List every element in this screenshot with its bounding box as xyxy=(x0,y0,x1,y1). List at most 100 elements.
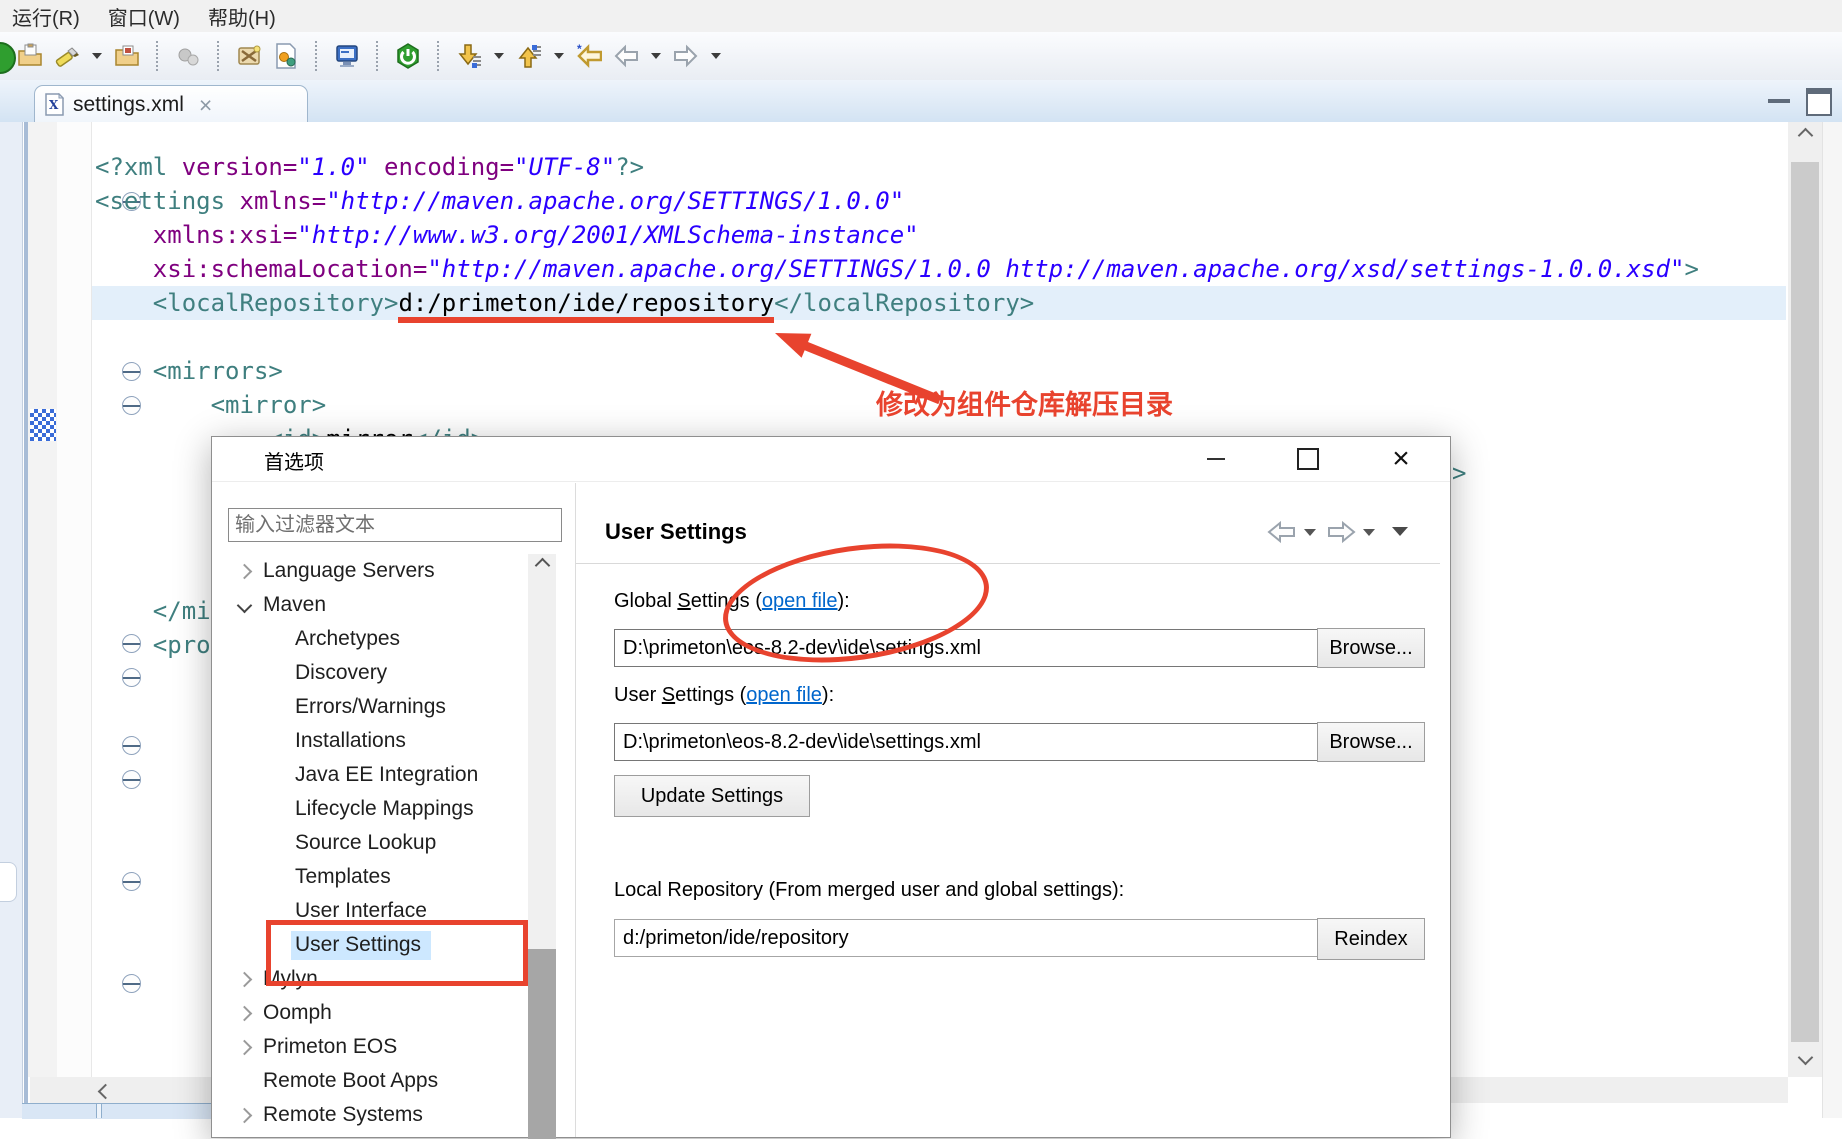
user-open-file-link[interactable]: open file xyxy=(746,684,822,706)
nav-back-dropdown-icon[interactable] xyxy=(1304,529,1316,536)
back-icon[interactable] xyxy=(612,42,640,70)
tree-scroll-up-icon[interactable] xyxy=(528,560,556,571)
filter-input[interactable] xyxy=(228,508,562,542)
local-repository-field[interactable] xyxy=(614,919,1322,957)
global-settings-field[interactable] xyxy=(614,629,1322,667)
tree-item-errors-warnings[interactable]: Errors/Warnings xyxy=(213,690,528,724)
toolbar-separator xyxy=(217,41,220,71)
paste-icon[interactable] xyxy=(16,42,44,70)
tree-item-label: Remote Systems xyxy=(263,1103,423,1127)
back-icon-dropdown[interactable] xyxy=(651,53,661,59)
forward-icon-dropdown[interactable] xyxy=(711,53,721,59)
tree-item-label: Lifecycle Mappings xyxy=(295,797,474,821)
code-line: xmlns:xsi="http://www.w3.org/2001/XMLSch… xyxy=(95,218,919,252)
dialog-maximize-button[interactable] xyxy=(1277,437,1339,481)
bottom-strip-divider xyxy=(96,1104,102,1118)
chevron-right-icon[interactable] xyxy=(237,563,253,579)
highlight-icon[interactable] xyxy=(53,42,81,70)
chevron-right-icon[interactable] xyxy=(237,1039,253,1055)
nav-forward-icon[interactable] xyxy=(1326,521,1356,545)
user-browse-button[interactable]: Browse... xyxy=(1317,722,1425,762)
tree-item-java-ee-integration[interactable]: Java EE Integration xyxy=(213,758,528,792)
chevron-right-icon[interactable] xyxy=(237,1107,253,1123)
tree-item-maven[interactable]: Maven xyxy=(213,588,528,622)
bottom-view-tab-strip xyxy=(22,1103,212,1119)
local-repository-label: Local Repository (From merged user and g… xyxy=(614,879,1124,902)
code-line: </mi xyxy=(95,594,211,628)
dialog-close-button[interactable]: × xyxy=(1370,437,1432,481)
tree-item-primeton-eos[interactable]: Primeton EOS xyxy=(213,1030,528,1064)
vertical-scroll-thumb[interactable] xyxy=(1791,162,1819,1042)
panel-menu-icon[interactable] xyxy=(1392,527,1408,536)
prev-annotation-icon[interactable] xyxy=(515,42,543,70)
header-divider xyxy=(576,563,1440,564)
tree-item-templates[interactable]: Templates xyxy=(213,860,528,894)
view-minimize-icon[interactable] xyxy=(1768,92,1790,103)
last-edit-location-icon[interactable]: * xyxy=(575,42,603,70)
tree-item-label: Remote Boot Apps xyxy=(263,1069,438,1093)
forward-icon[interactable] xyxy=(672,42,700,70)
tree-item-remote-systems[interactable]: Remote Systems xyxy=(213,1098,528,1132)
debug-disabled-icon[interactable] xyxy=(174,42,202,70)
dialog-title-bar[interactable]: 首选项 × xyxy=(212,437,1450,482)
highlight-icon-dropdown[interactable] xyxy=(92,53,102,59)
tab-settings-xml[interactable]: X settings.xml × xyxy=(34,85,308,123)
tree-item-lifecycle-mappings[interactable]: Lifecycle Mappings xyxy=(213,792,528,826)
dialog-minimize-button[interactable] xyxy=(1185,437,1247,481)
preferences-dialog: 首选项 × Language ServersMavenArchetypesDis… xyxy=(211,436,1451,1138)
user-settings-field[interactable] xyxy=(614,723,1322,761)
tab-title: settings.xml xyxy=(73,93,184,117)
next-annotation-icon-dropdown[interactable] xyxy=(494,53,504,59)
global-browse-button[interactable]: Browse... xyxy=(1317,628,1425,668)
svg-text:*: * xyxy=(577,43,582,56)
tree-item-language-servers[interactable]: Language Servers xyxy=(213,554,528,588)
tree-item-archetypes[interactable]: Archetypes xyxy=(213,622,528,656)
tree-item-label: Errors/Warnings xyxy=(295,695,446,719)
open-file-icon[interactable] xyxy=(113,42,141,70)
console-icon[interactable] xyxy=(333,42,361,70)
chevron-right-icon[interactable] xyxy=(237,1005,253,1021)
menu-help[interactable]: 帮助(H) xyxy=(208,2,276,31)
editor-vertical-scrollbar[interactable] xyxy=(1788,122,1822,1077)
user-settings-label: User Settings (open file): xyxy=(614,684,834,707)
tree-item-discovery[interactable]: Discovery xyxy=(213,656,528,690)
xml-transform-icon[interactable] xyxy=(272,42,300,70)
prev-annotation-icon-dropdown[interactable] xyxy=(554,53,564,59)
boot-dashboard-icon[interactable] xyxy=(394,42,422,70)
code-line: <localRepository>d:/primeton/ide/reposit… xyxy=(95,286,1034,320)
editor-tab-bar: X settings.xml × xyxy=(0,80,1842,123)
code-line: <mirror> xyxy=(95,388,326,422)
menu-run[interactable]: 运行(R) xyxy=(12,2,80,31)
preferences-app-icon xyxy=(229,446,255,472)
dialog-separator xyxy=(575,483,576,1137)
reindex-button[interactable]: Reindex xyxy=(1317,918,1425,960)
nav-back-icon[interactable] xyxy=(1267,521,1297,545)
overview-ruler xyxy=(1822,122,1842,1118)
nav-forward-dropdown-icon[interactable] xyxy=(1363,529,1375,536)
view-maximize-icon[interactable] xyxy=(1806,88,1832,116)
tab-close-icon[interactable]: × xyxy=(199,95,212,115)
tree-item-source-lookup[interactable]: Source Lookup xyxy=(213,826,528,860)
next-annotation-icon[interactable] xyxy=(455,42,483,70)
chevron-down-icon[interactable] xyxy=(237,597,253,613)
tree-item-label: Primeton EOS xyxy=(263,1035,397,1059)
tree-item-remote-boot-apps[interactable]: Remote Boot Apps xyxy=(213,1064,528,1098)
svg-text:X: X xyxy=(49,98,59,112)
scroll-left-icon[interactable] xyxy=(100,1084,111,1102)
tree-scroll-thumb[interactable] xyxy=(528,949,556,1139)
code-line: <settings xmlns="http://maven.apache.org… xyxy=(95,184,904,218)
annotation-rectangle xyxy=(266,920,528,986)
panel-title: User Settings xyxy=(605,519,747,545)
tree-item-installations[interactable]: Installations xyxy=(213,724,528,758)
chevron-right-icon[interactable] xyxy=(237,971,253,987)
tree-scrollbar[interactable] xyxy=(528,554,556,1136)
tree-item-oomph[interactable]: Oomph xyxy=(213,996,528,1030)
ant-build-icon[interactable] xyxy=(235,42,263,70)
preferences-tree: Language ServersMavenArchetypesDiscovery… xyxy=(213,554,528,1136)
scroll-up-icon[interactable] xyxy=(1788,130,1822,141)
menu-window[interactable]: 窗口(W) xyxy=(108,2,180,31)
update-settings-button[interactable]: Update Settings xyxy=(614,775,810,817)
xml-file-icon: X xyxy=(45,93,64,116)
dialog-title: 首选项 xyxy=(264,446,324,475)
scroll-down-icon[interactable] xyxy=(1788,1052,1822,1063)
